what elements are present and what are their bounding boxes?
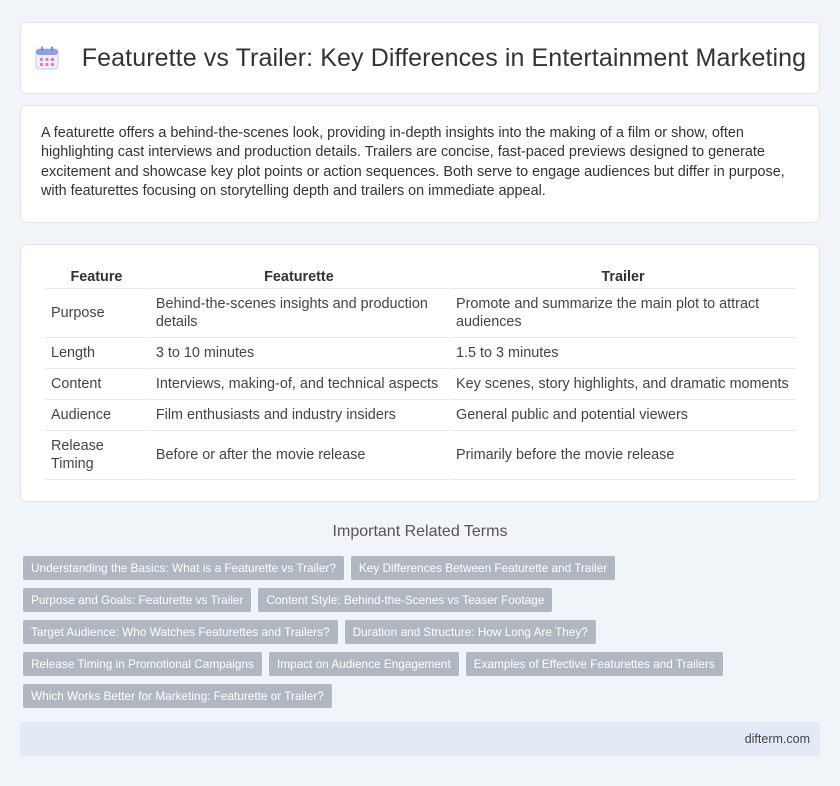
- related-term-tag[interactable]: Target Audience: Who Watches Featurettes…: [23, 620, 338, 644]
- table-cell-feature: Release Timing: [45, 431, 148, 480]
- column-header-featurette: Featurette: [149, 265, 449, 289]
- related-term-tag[interactable]: Examples of Effective Featurettes and Tr…: [465, 652, 723, 676]
- table-row: Release Timing Before or after the movie…: [45, 431, 796, 480]
- table-cell-featurette: Interviews, making-of, and technical asp…: [149, 369, 449, 400]
- table-cell-feature: Purpose: [45, 289, 148, 338]
- related-term-tag[interactable]: Purpose and Goals: Featurette vs Trailer: [23, 588, 252, 612]
- comparison-table-card: Feature Featurette Trailer Purpose Behin…: [20, 244, 820, 502]
- related-term-tag[interactable]: Which Works Better for Marketing: Featur…: [23, 684, 332, 708]
- table-cell-featurette: 3 to 10 minutes: [149, 338, 449, 369]
- table-cell-featurette: Film enthusiasts and industry insiders: [149, 400, 449, 431]
- table-cell-featurette: Before or after the movie release: [149, 431, 449, 480]
- page-header: Featurette vs Trailer: Key Differences i…: [20, 22, 820, 94]
- column-header-trailer: Trailer: [450, 265, 796, 289]
- intro-section: A featurette offers a behind-the-scenes …: [20, 105, 820, 223]
- table-row: Audience Film enthusiasts and industry i…: [45, 400, 796, 431]
- table-cell-trailer: 1.5 to 3 minutes: [450, 338, 796, 369]
- table-cell-feature: Length: [45, 338, 148, 369]
- comparison-table: Feature Featurette Trailer Purpose Behin…: [43, 265, 798, 480]
- footer-site-link[interactable]: difterm.com: [745, 732, 810, 746]
- table-cell-trailer: General public and potential viewers: [450, 400, 796, 431]
- table-cell-feature: Audience: [45, 400, 148, 431]
- table-row: Content Interviews, making-of, and techn…: [45, 369, 796, 400]
- related-terms-list: Understanding the Basics: What is a Feat…: [23, 556, 823, 716]
- related-term-tag[interactable]: Duration and Structure: How Long Are The…: [344, 620, 596, 644]
- related-term-tag[interactable]: Content Style: Behind-the-Scenes vs Teas…: [258, 588, 553, 612]
- related-term-tag[interactable]: Understanding the Basics: What is a Feat…: [23, 556, 344, 580]
- site-footer: difterm.com: [20, 722, 820, 756]
- table-cell-trailer: Promote and summarize the main plot to a…: [450, 289, 796, 338]
- table-cell-trailer: Key scenes, story highlights, and dramat…: [450, 369, 796, 400]
- related-term-tag[interactable]: Release Timing in Promotional Campaigns: [23, 652, 262, 676]
- table-row: Length 3 to 10 minutes 1.5 to 3 minutes: [45, 338, 796, 369]
- related-terms-title: Important Related Terms: [332, 523, 508, 540]
- intro-text: A featurette offers a behind-the-scenes …: [41, 125, 785, 199]
- table-cell-trailer: Primarily before the movie release: [450, 431, 796, 480]
- related-term-tag[interactable]: Key Differences Between Featurette and T…: [350, 556, 616, 580]
- table-cell-featurette: Behind-the-scenes insights and productio…: [149, 289, 449, 338]
- table-row: Purpose Behind-the-scenes insights and p…: [45, 289, 796, 338]
- table-header-row: Feature Featurette Trailer: [45, 265, 796, 289]
- calendar-icon: [34, 45, 60, 71]
- related-term-tag[interactable]: Impact on Audience Engagement: [268, 652, 459, 676]
- page-title: Featurette vs Trailer: Key Differences i…: [81, 43, 807, 72]
- column-header-feature: Feature: [45, 265, 148, 289]
- table-cell-feature: Content: [45, 369, 148, 400]
